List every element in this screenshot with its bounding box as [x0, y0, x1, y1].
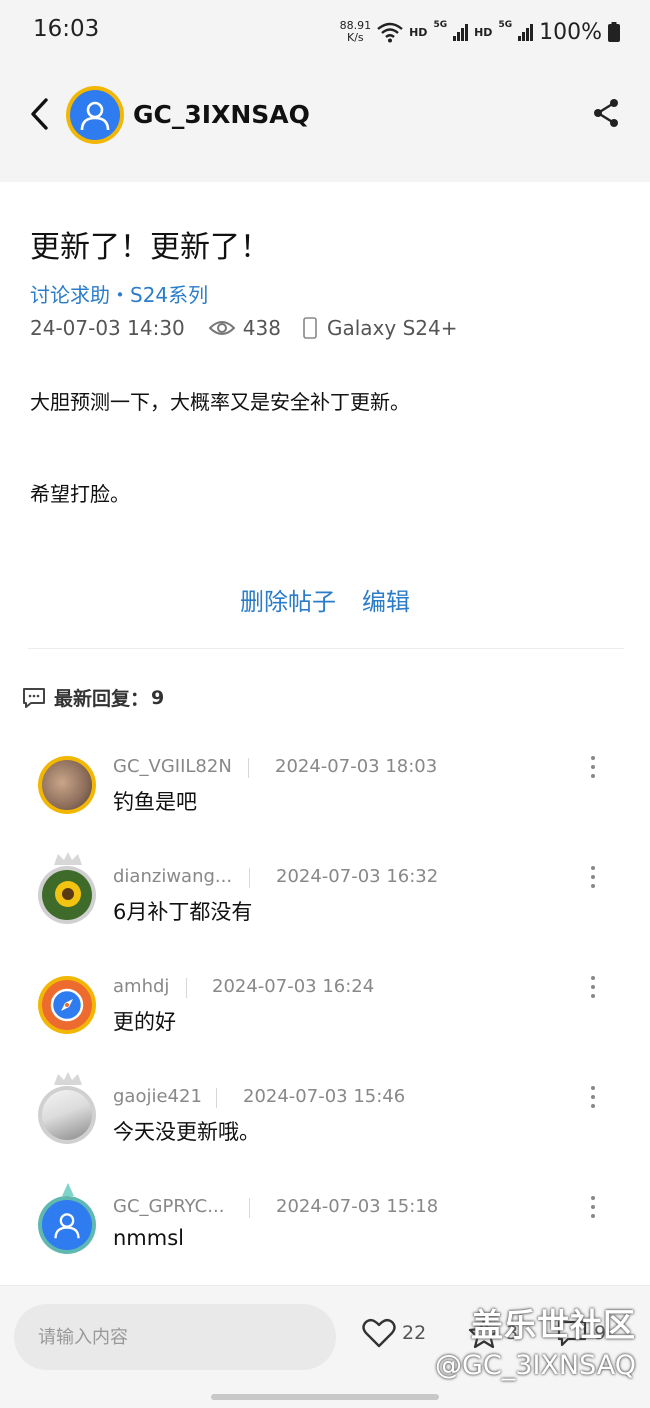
reply-item: GC_VGIIL82N 2024-07-03 18:03 钓鱼是吧 — [0, 756, 650, 856]
home-indicator[interactable] — [211, 1394, 439, 1400]
replies-label: 最新回复： — [54, 688, 150, 710]
back-icon[interactable] — [26, 96, 54, 132]
divider — [28, 648, 624, 649]
reply-time: 2024-07-03 16:32 — [276, 866, 439, 887]
reply-avatar[interactable] — [38, 866, 96, 924]
reply-time: 2024-07-03 18:03 — [275, 756, 438, 777]
reply-avatar[interactable] — [38, 1196, 96, 1254]
reply-separator — [186, 978, 187, 998]
sunflower-icon — [55, 881, 81, 907]
reply-separator — [248, 758, 249, 778]
reply-item: GC_GPRYC... 2024-07-03 15:18 nmmsl — [0, 1183, 650, 1296]
phone-icon — [303, 317, 317, 339]
reply-time: 2024-07-03 15:46 — [243, 1086, 406, 1107]
signal-icon-1 — [453, 23, 469, 41]
reply-username[interactable]: amhdj — [113, 976, 169, 997]
post-device: Galaxy S24+ — [326, 316, 458, 340]
post-date: 24-07-03 14:30 — [30, 316, 185, 340]
reply-text: 钓鱼是吧 — [113, 790, 197, 814]
reply-text: nmmsl — [113, 1226, 184, 1250]
reply-text: 今天没更新哦。 — [113, 1120, 260, 1144]
status-icons: 88.91 K/s HD 5G HD 5G 100% — [340, 17, 620, 47]
reply-username[interactable]: GC_VGIIL82N — [113, 756, 232, 777]
reply-avatar[interactable] — [38, 976, 96, 1034]
comment-icon — [23, 687, 45, 708]
post-actions: 删除帖子 编辑 — [0, 582, 650, 617]
reply-avatar[interactable] — [38, 1086, 96, 1144]
like-count: 22 — [402, 1322, 427, 1344]
more-options-icon[interactable] — [588, 1086, 598, 1108]
crown-icon — [54, 852, 82, 865]
post-category-link[interactable]: 讨论求助・S24系列 — [30, 279, 208, 308]
post-meta: 24-07-03 14:30 438 Galaxy S24+ — [30, 314, 457, 342]
reply-username[interactable]: gaojie421 — [113, 1086, 202, 1107]
heart-icon — [362, 1318, 396, 1348]
crown-icon — [54, 1072, 82, 1085]
share-icon[interactable] — [592, 98, 620, 128]
watermark-title: 盖乐世社区 — [470, 1306, 636, 1344]
gem-badge-icon — [62, 1183, 74, 1196]
post-body-line-2: 希望打脸。 — [30, 482, 130, 506]
user-icon — [54, 1213, 80, 1239]
watermark-user: @GC_3IXNSAQ — [435, 1350, 636, 1381]
battery-percent: 100% — [539, 19, 602, 45]
edit-post-button[interactable]: 编辑 — [362, 582, 410, 617]
replies-count: 9 — [151, 686, 165, 709]
author-avatar[interactable] — [66, 86, 124, 144]
post-title: 更新了！更新了！ — [30, 230, 270, 265]
reply-item: amhdj 2024-07-03 16:24 更的好 — [0, 976, 650, 1076]
user-icon — [80, 101, 110, 131]
comment-input-container — [14, 1304, 336, 1370]
battery-icon — [608, 22, 620, 42]
reply-text: 更的好 — [113, 1010, 176, 1034]
signal-icon-2 — [518, 23, 534, 41]
author-name[interactable]: GC_3IXNSAQ — [133, 100, 310, 129]
reply-separator — [216, 1088, 217, 1108]
reply-avatar[interactable] — [38, 756, 96, 814]
network-label-1: 5G — [433, 20, 448, 30]
more-options-icon[interactable] — [588, 1196, 598, 1218]
network-speed: 88.91 K/s — [339, 19, 372, 44]
reply-time: 2024-07-03 15:18 — [276, 1196, 439, 1217]
replies-header: 最新回复： 9 — [22, 684, 164, 711]
wifi-icon — [377, 22, 403, 43]
reply-item: dianziwang... 2024-07-03 16:32 6月补丁都没有 — [0, 852, 650, 966]
bottom-bar: 22 3 9 盖乐世社区 @GC_3IXNSAQ — [0, 1285, 650, 1408]
reply-item: gaojie421 2024-07-03 15:46 今天没更新哦。 — [0, 1072, 650, 1186]
status-bar: 16:03 88.91 K/s HD 5G HD 5G 100% — [0, 0, 650, 62]
reply-separator — [249, 1198, 250, 1218]
delete-post-button[interactable]: 删除帖子 — [240, 582, 336, 617]
like-button[interactable]: 22 — [362, 1318, 426, 1348]
comment-input[interactable] — [14, 1304, 336, 1370]
top-app-bar: GC_3IXNSAQ — [0, 62, 650, 182]
reply-separator — [249, 868, 250, 888]
reply-time: 2024-07-03 16:24 — [212, 976, 375, 997]
more-options-icon[interactable] — [588, 866, 598, 888]
reply-username[interactable]: GC_GPRYC... — [113, 1196, 224, 1217]
post-body-line-1: 大胆预测一下，大概率又是安全补丁更新。 — [30, 390, 410, 414]
status-time: 16:03 — [33, 16, 100, 42]
post-views: 438 — [242, 316, 281, 340]
more-options-icon[interactable] — [588, 756, 598, 778]
compass-icon — [50, 988, 84, 1022]
eye-icon — [208, 321, 235, 335]
reply-text: 6月补丁都没有 — [113, 900, 253, 924]
network-label-2: 5G — [498, 20, 513, 30]
hd-label-1: HD — [409, 25, 428, 39]
hd-label-2: HD — [474, 25, 493, 39]
more-options-icon[interactable] — [588, 976, 598, 998]
reply-username[interactable]: dianziwang... — [113, 866, 232, 887]
